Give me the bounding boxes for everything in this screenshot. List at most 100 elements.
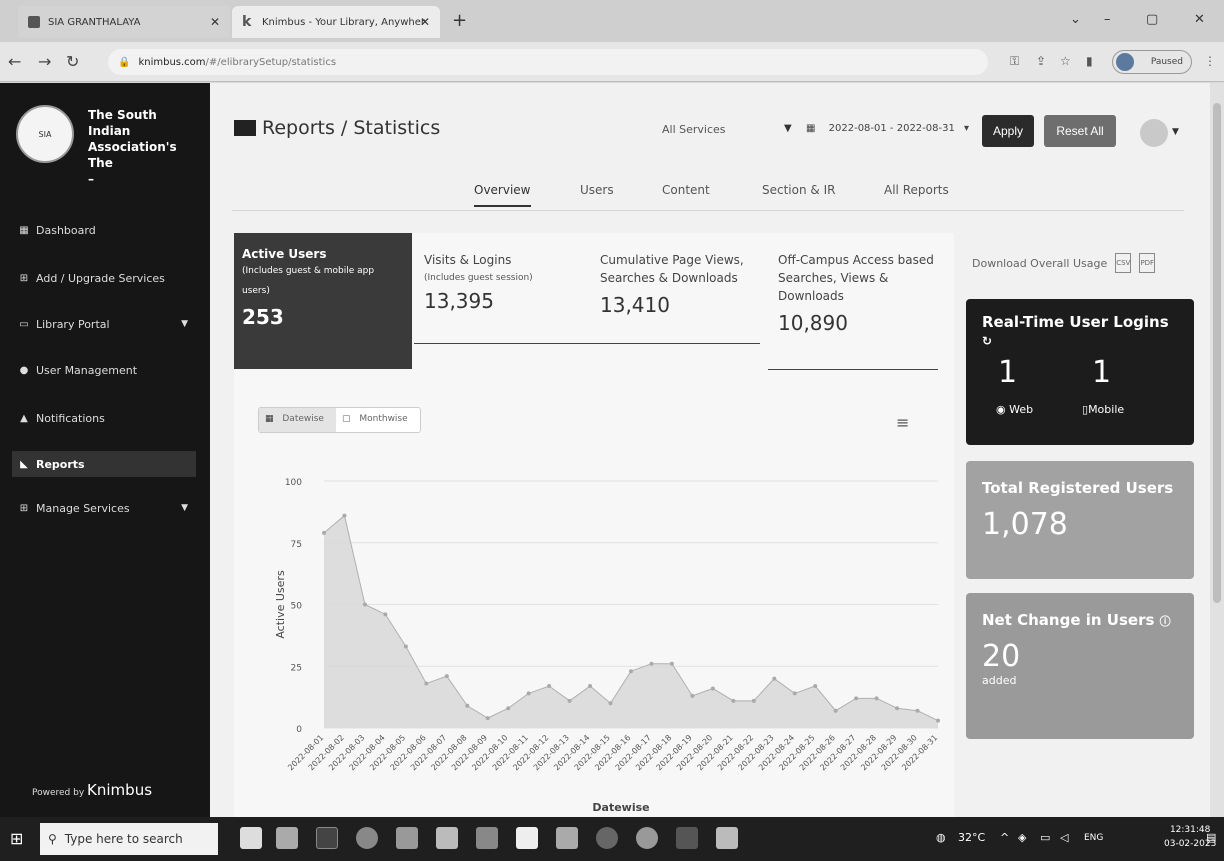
sidebar-item-notifications[interactable]: ▲ Notifications [18,405,200,431]
display-icon[interactable]: ▭ [1040,831,1050,844]
browser-tab-sia[interactable]: SIA GRANTHALAYA ✕ [18,6,230,38]
data-point [936,718,940,723]
page-scrollbar[interactable] [1210,83,1224,817]
close-window-icon[interactable]: ✕ [1194,12,1205,27]
sidebar-item-reports[interactable]: ◣ Reports [12,451,196,477]
tab-overview[interactable]: Overview [474,183,531,207]
refresh-icon[interactable]: ↻ [982,334,992,348]
sidebar-item-library-portal[interactable]: ▭ Library Portal ▼ [18,311,200,337]
star-icon[interactable]: ☆ [1060,54,1071,68]
temperature[interactable]: 32°C [958,831,985,844]
tray-up-icon[interactable]: ^ [1000,831,1009,844]
monthwise-button[interactable]: ▢ Monthwise [336,408,420,432]
data-point [465,703,470,708]
search-icon: ⚲ [48,832,57,846]
net-change-sub: added [982,674,1017,687]
share-icon[interactable]: ⇪ [1036,54,1046,68]
visits-sub: (Includes guest session) [424,273,533,283]
sticky-app-icon[interactable] [240,827,262,849]
sidebar-item-label: Reports [36,457,85,471]
data-point [526,691,531,696]
tab-section-ir[interactable]: Section & IR [762,183,835,197]
sidebar-item-user-management[interactable]: ● User Management [18,357,200,383]
reset-all-button[interactable]: Reset All [1044,115,1116,147]
offcampus-stat[interactable]: Off-Campus Access based Searches, Views … [778,251,948,335]
sidebar-item-dashboard[interactable]: ▦ Dashboard [18,217,200,243]
store-icon[interactable] [436,827,458,849]
app-icon[interactable] [396,827,418,849]
address-bar: ← → ↻ 🔒 knimbus.com /#/elibrarySetup/sta… [0,42,1224,82]
sidebar-item-add-upgrade[interactable]: ⊞ Add / Upgrade Services [18,265,200,291]
data-point [506,706,511,711]
chrome-icon[interactable] [636,827,658,849]
taskbar-search-input[interactable]: ⚲ Type here to search [40,823,218,855]
browser-menu-icon[interactable]: ⋮ [1204,54,1216,68]
edge-icon[interactable] [356,827,378,849]
language-indicator[interactable]: ENG [1084,833,1103,843]
task-view-icon[interactable] [316,827,338,849]
profile-button[interactable]: Paused [1112,50,1192,74]
tab-users[interactable]: Users [580,183,614,197]
service-select[interactable]: All Services [662,123,726,136]
page-title-text: Reports / Statistics [262,117,441,139]
monitor-icon: ▭ [19,318,29,330]
back-icon[interactable]: ← [8,52,21,71]
close-tab-icon[interactable]: ✕ [210,15,220,29]
data-point [895,706,900,711]
opera-icon[interactable] [596,827,618,849]
reload-icon[interactable]: ↻ [66,52,79,71]
area-chart-icon [234,120,256,136]
net-change-value: 20 [982,639,1021,674]
maximize-icon[interactable]: ▢ [1146,12,1158,27]
chevron-down-icon[interactable]: ▼ [784,123,792,134]
app-icon[interactable] [556,827,578,849]
url-input[interactable]: 🔒 knimbus.com /#/elibrarySetup/statistic… [108,49,988,75]
user-avatar[interactable] [1140,119,1168,147]
page-title: Reports / Statistics [234,117,440,139]
apply-button[interactable]: Apply [982,115,1034,147]
sidepanel-icon[interactable]: ▮ [1086,54,1093,68]
key-icon[interactable]: ⚿ [1010,54,1019,69]
mail-icon[interactable] [476,827,498,849]
pdf-download-icon[interactable]: PDF [1139,253,1156,273]
y-tick-label: 0 [296,725,302,735]
word-icon[interactable] [716,827,738,849]
pageviews-stat[interactable]: Cumulative Page Views, Searches & Downlo… [600,251,760,317]
active-users-value: 253 [242,305,284,329]
chart-menu-icon[interactable]: ≡ [896,413,909,432]
data-point [383,612,388,617]
file-icon[interactable] [516,827,538,849]
person-app-icon[interactable] [276,827,298,849]
info-icon[interactable]: ⓘ [1160,615,1171,628]
tab-all-reports[interactable]: All Reports [884,183,949,197]
weather-icon[interactable]: ◍ [936,831,946,844]
active-users-title: Active Users [242,247,327,261]
offcampus-title: Off-Campus Access based Searches, Views … [778,253,934,303]
chevron-down-icon[interactable]: ▼ [1172,127,1179,137]
new-tab-icon[interactable]: + [452,10,467,31]
sidebar-item-manage-services[interactable]: ⊞ Manage Services ▼ [18,495,200,521]
minimize-icon[interactable]: – [1104,12,1111,27]
visits-value: 13,395 [424,289,494,313]
network-icon[interactable]: ◈ [1018,831,1026,844]
notification-icon[interactable]: ▤ [1206,831,1216,844]
tab-content[interactable]: Content [662,183,710,197]
close-tab-icon[interactable]: ✕ [420,15,430,29]
visits-stat[interactable]: Visits & Logins (Includes guest session)… [424,251,584,313]
tab-title: SIA GRANTHALAYA [48,16,141,28]
windows-start-icon[interactable]: ⊞ [10,829,23,848]
bell-icon: ▲ [20,412,28,424]
tab-search-icon[interactable]: ⌄ [1070,12,1081,27]
web-label-text: Web [1009,403,1034,416]
browser-tab-knimbus[interactable]: k Knimbus - Your Library, Anywher ✕ [232,6,440,38]
browser-tab-bar: SIA GRANTHALAYA ✕ k Knimbus - Your Libra… [0,0,1224,42]
scrollbar-thumb[interactable] [1213,103,1221,603]
forward-icon[interactable]: → [38,52,51,71]
date-range-picker[interactable]: ▦ 2022-08-01 - 2022-08-31 ▾ [806,123,969,134]
org-logo[interactable]: SIA [16,105,74,163]
active-users-card[interactable]: Active Users (Includes guest & mobile ap… [234,233,412,369]
volume-icon[interactable]: ◁ [1060,831,1068,844]
csv-download-icon[interactable]: CSV [1115,253,1132,273]
app-icon[interactable] [676,827,698,849]
datewise-button[interactable]: ▦ Datewise [259,408,336,432]
